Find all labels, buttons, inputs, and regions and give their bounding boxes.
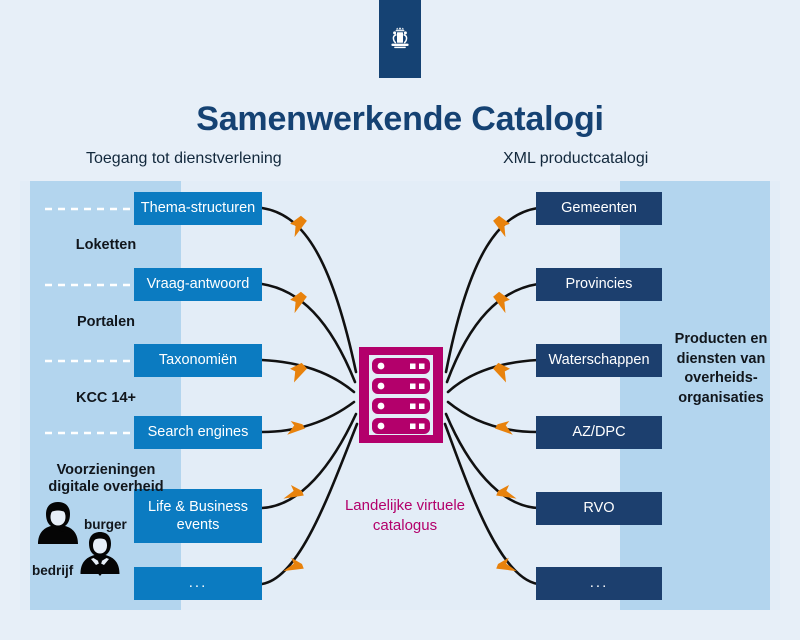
left-box-label: Taxonomiën bbox=[158, 352, 238, 369]
left-box-label: Life & Business events bbox=[148, 498, 248, 533]
group-label-loketten: Loketten bbox=[75, 237, 137, 253]
right-box-label: Gemeenten bbox=[561, 200, 637, 217]
left-box-vraag-antwoord[interactable]: Vraag-antwoord bbox=[134, 268, 262, 301]
left-column-heading: Toegang tot dienstverlening bbox=[86, 150, 282, 167]
infographic-canvas: Samenwerkende Catalogi Toegang tot diens… bbox=[0, 0, 800, 640]
page-title: Samenwerkende Catalogi bbox=[196, 100, 604, 138]
server-rack-icon bbox=[357, 345, 445, 445]
right-box-az-dpc[interactable]: AZ/DPC bbox=[536, 416, 662, 449]
left-box-more[interactable]: ... bbox=[134, 567, 262, 600]
actor-label-bedrijf: bedrijf bbox=[32, 563, 74, 578]
group-label-kcc-14plus: KCC 14+ bbox=[75, 390, 137, 406]
group-label-voorzieningen-digitale-overheid: Voorzieningen digitale overheid bbox=[48, 462, 164, 496]
right-box-rvo[interactable]: RVO bbox=[536, 492, 662, 525]
left-box-label: Thema-structuren bbox=[140, 200, 256, 217]
right-box-more[interactable]: ... bbox=[536, 567, 662, 600]
left-box-label: Vraag-antwoord bbox=[146, 276, 250, 293]
group-label-portalen: Portalen bbox=[76, 314, 135, 330]
dutch-government-coat-of-arms-logo bbox=[379, 0, 421, 78]
right-box-provincies[interactable]: Provincies bbox=[536, 268, 662, 301]
male-businessperson-icon bbox=[78, 530, 122, 587]
right-column-note: Producten en diensten van overheids- org… bbox=[674, 331, 768, 406]
left-box-life-and-business-events[interactable]: Life & Business events bbox=[134, 489, 262, 543]
left-box-search-engines[interactable]: Search engines bbox=[134, 416, 262, 449]
left-box-thema-structuren[interactable]: Thema-structuren bbox=[134, 192, 262, 225]
right-box-label: Provincies bbox=[565, 276, 633, 293]
left-box-taxonomien[interactable]: Taxonomiën bbox=[134, 344, 262, 377]
right-box-gemeenten[interactable]: Gemeenten bbox=[536, 192, 662, 225]
left-box-label: ... bbox=[188, 574, 208, 592]
female-person-icon bbox=[36, 500, 80, 557]
right-box-waterschappen[interactable]: Waterschappen bbox=[536, 344, 662, 377]
right-box-label: ... bbox=[589, 574, 609, 592]
center-label-landelijke-virtuele-catalogus: Landelijke virtuele catalogus bbox=[344, 497, 466, 534]
right-box-label: AZ/DPC bbox=[572, 424, 626, 441]
right-box-label: Waterschappen bbox=[548, 352, 650, 369]
right-column-heading: XML productcatalogi bbox=[503, 150, 649, 167]
right-box-label: RVO bbox=[583, 500, 615, 517]
left-box-label: Search engines bbox=[147, 424, 249, 441]
